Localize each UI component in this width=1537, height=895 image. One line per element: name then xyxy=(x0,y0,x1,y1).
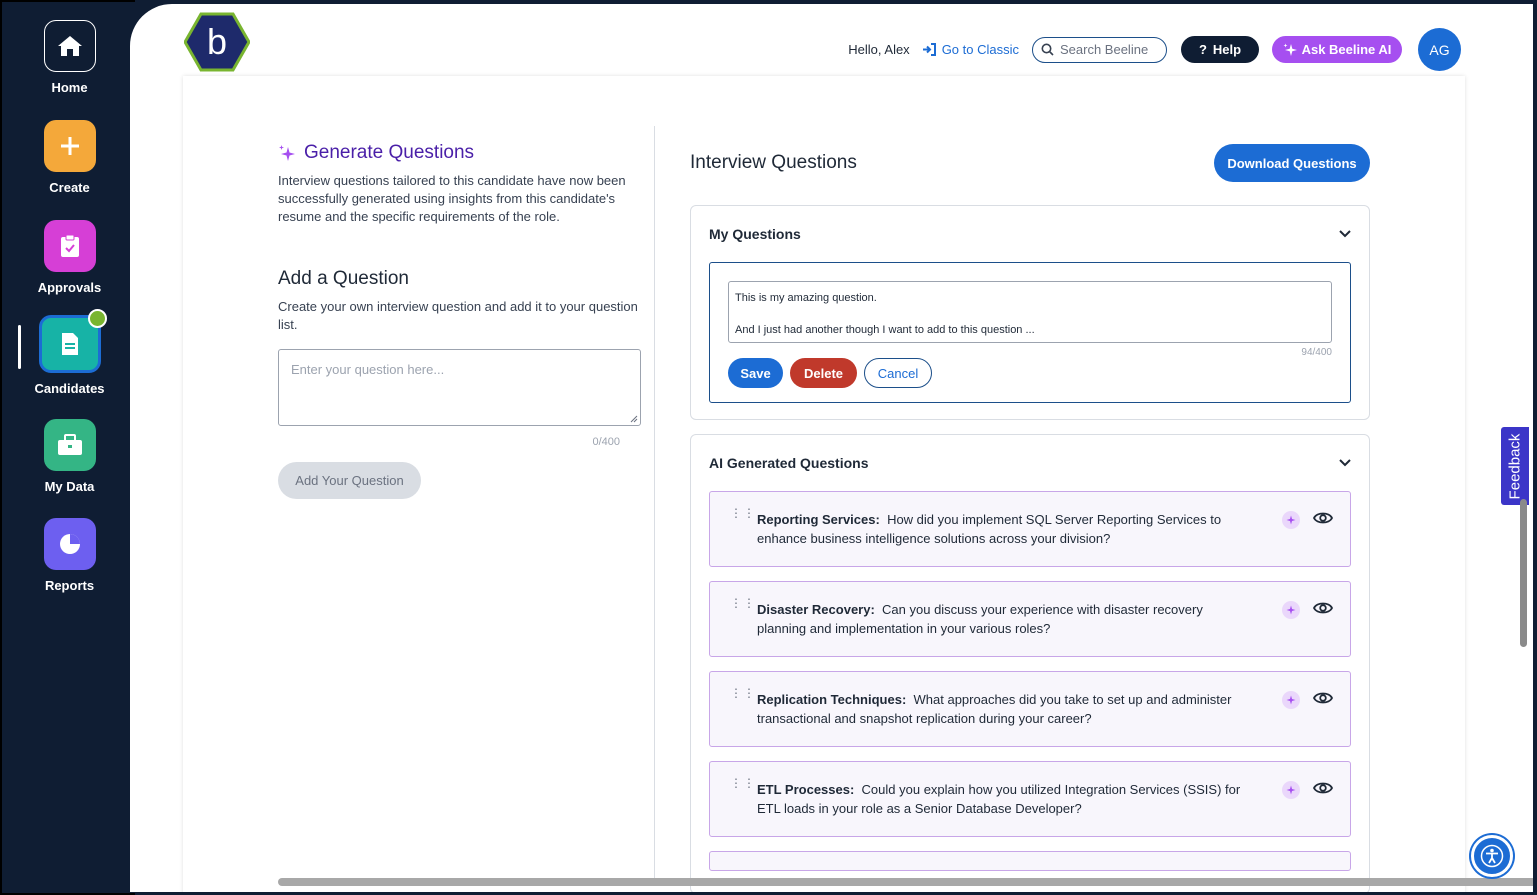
avatar[interactable]: AG xyxy=(1418,28,1461,71)
generate-title: Generate Questions xyxy=(278,142,642,164)
ai-sparkle-icon xyxy=(1282,691,1300,709)
accessibility-icon xyxy=(1480,844,1504,868)
question-line: This is my amazing question. xyxy=(735,292,877,304)
horizontal-scrollbar[interactable] xyxy=(278,878,1533,886)
sign-in-icon xyxy=(922,43,936,56)
help-button[interactable]: ? Help xyxy=(1181,36,1259,63)
add-your-question-button[interactable]: Add Your Question xyxy=(278,462,421,499)
cancel-button[interactable]: Cancel xyxy=(864,358,932,388)
list-item[interactable]: ⋮⋮ Replication Techniques: What approach… xyxy=(709,671,1351,747)
beeline-logo[interactable]: b xyxy=(183,12,251,72)
question-edit-textarea[interactable]: This is my amazing question. And I just … xyxy=(728,281,1332,343)
my-questions-header[interactable]: My Questions xyxy=(709,206,1351,262)
sidebar-item-label: Reports xyxy=(44,578,95,593)
accessibility-button[interactable] xyxy=(1471,835,1513,877)
feedback-label: Feedback xyxy=(1506,433,1524,499)
main-canvas: b Hello, Alex Go to Classic Search Beeli… xyxy=(130,4,1533,892)
vertical-scrollbar[interactable] xyxy=(1520,499,1527,647)
my-questions-title: My Questions xyxy=(709,226,801,242)
ask-beeline-ai-button[interactable]: Ask Beeline AI xyxy=(1272,36,1402,63)
ask-beeline-ai-label: Ask Beeline AI xyxy=(1301,42,1392,57)
question-edit-box: This is my amazing question. And I just … xyxy=(709,262,1351,403)
sidebar-item-label: My Data xyxy=(44,479,95,494)
generate-description: Interview questions tailored to this can… xyxy=(278,173,626,224)
chevron-down-icon xyxy=(1339,230,1351,238)
ai-sparkle-icon xyxy=(1282,601,1300,619)
drag-handle-icon[interactable]: ⋮⋮ xyxy=(730,597,756,609)
question-topic: ETL Processes: xyxy=(757,782,855,797)
resize-handle-icon xyxy=(630,415,638,423)
sidebar-item-label: Candidates xyxy=(34,381,105,396)
sidebar-nav: Home Create Approvals Candidates My Data… xyxy=(0,0,135,895)
briefcase-icon xyxy=(43,419,96,471)
ai-questions-panel: AI Generated Questions ⋮⋮ Reporting Serv… xyxy=(690,434,1370,892)
ai-sparkle-icon xyxy=(1282,511,1300,529)
sidebar-item-create[interactable]: Create xyxy=(2,120,137,195)
search-placeholder: Search Beeline xyxy=(1060,42,1149,57)
edit-counter: 94/400 xyxy=(1301,347,1332,358)
drag-handle-icon[interactable]: ⋮⋮ xyxy=(730,507,756,519)
plus-icon xyxy=(43,120,96,172)
sparkle-icon xyxy=(1283,43,1297,56)
question-counter: 0/400 xyxy=(592,436,620,448)
sidebar-item-approvals[interactable]: Approvals xyxy=(2,220,137,295)
pie-chart-icon xyxy=(43,518,96,570)
delete-button[interactable]: Delete xyxy=(790,358,857,388)
sidebar-item-my-data[interactable]: My Data xyxy=(2,419,137,494)
list-item[interactable] xyxy=(709,851,1351,871)
list-item[interactable]: ⋮⋮ Reporting Services: How did you imple… xyxy=(709,491,1351,567)
question-mark-icon: ? xyxy=(1198,42,1207,57)
list-item[interactable]: ⋮⋮ ETL Processes: Could you explain how … xyxy=(709,761,1351,837)
add-question-description: Create your own interview question and a… xyxy=(278,299,638,332)
clipboard-check-icon xyxy=(43,220,96,272)
eye-icon[interactable] xyxy=(1312,511,1334,530)
sidebar-item-label: Approvals xyxy=(37,280,102,295)
eye-icon[interactable] xyxy=(1312,601,1334,620)
ai-questions-header[interactable]: AI Generated Questions xyxy=(709,435,1351,491)
greeting: Hello, Alex xyxy=(848,42,910,57)
generate-panel: Generate Questions Interview questions t… xyxy=(278,142,642,499)
add-question-title: Add a Question xyxy=(278,268,409,289)
sidebar-item-reports[interactable]: Reports xyxy=(2,518,137,593)
status-dot xyxy=(87,309,107,328)
go-to-classic-link[interactable]: Go to Classic xyxy=(922,42,1019,57)
sidebar-item-candidates[interactable]: Candidates xyxy=(2,309,137,396)
question-topic: Disaster Recovery: xyxy=(757,602,875,617)
interview-questions-title: Interview Questions xyxy=(690,152,857,173)
search-icon xyxy=(1041,43,1054,56)
home-icon xyxy=(43,20,96,72)
drag-handle-icon[interactable]: ⋮⋮ xyxy=(730,687,756,699)
feedback-tab[interactable]: Feedback xyxy=(1501,427,1529,505)
sidebar-item-label: Home xyxy=(51,80,88,95)
question-topic: Reporting Services: xyxy=(757,512,880,527)
help-label: Help xyxy=(1212,42,1242,57)
chevron-down-icon xyxy=(1339,459,1351,467)
list-item[interactable]: ⋮⋮ Disaster Recovery: Can you discuss yo… xyxy=(709,581,1351,657)
ai-questions-title: AI Generated Questions xyxy=(709,455,869,471)
eye-icon[interactable] xyxy=(1312,691,1334,710)
my-questions-panel: My Questions This is my amazing question… xyxy=(690,205,1370,420)
logo-letter: b xyxy=(207,21,227,62)
column-divider xyxy=(654,126,655,886)
document-icon xyxy=(38,309,107,373)
sparkle-icon xyxy=(279,145,295,161)
interview-questions-panel: Interview Questions Download Questions M… xyxy=(690,144,1370,892)
sidebar-item-home[interactable]: Home xyxy=(2,20,137,95)
question-textarea[interactable]: Enter your question here... xyxy=(278,349,641,426)
download-questions-button[interactable]: Download Questions xyxy=(1214,144,1370,182)
save-button[interactable]: Save xyxy=(728,358,783,388)
question-topic: Replication Techniques: xyxy=(757,692,907,707)
generate-title-text: Generate Questions xyxy=(304,142,475,163)
go-to-classic-label: Go to Classic xyxy=(941,42,1019,57)
ai-sparkle-icon xyxy=(1282,781,1300,799)
question-line: And I just had another though I want to … xyxy=(735,324,1035,336)
question-placeholder: Enter your question here... xyxy=(291,362,445,377)
eye-icon[interactable] xyxy=(1312,781,1334,800)
sidebar-item-label: Create xyxy=(49,180,90,195)
top-bar: Hello, Alex Go to Classic Search Beeline… xyxy=(848,28,1461,71)
search-input[interactable]: Search Beeline xyxy=(1032,36,1167,63)
drag-handle-icon[interactable]: ⋮⋮ xyxy=(730,777,756,789)
